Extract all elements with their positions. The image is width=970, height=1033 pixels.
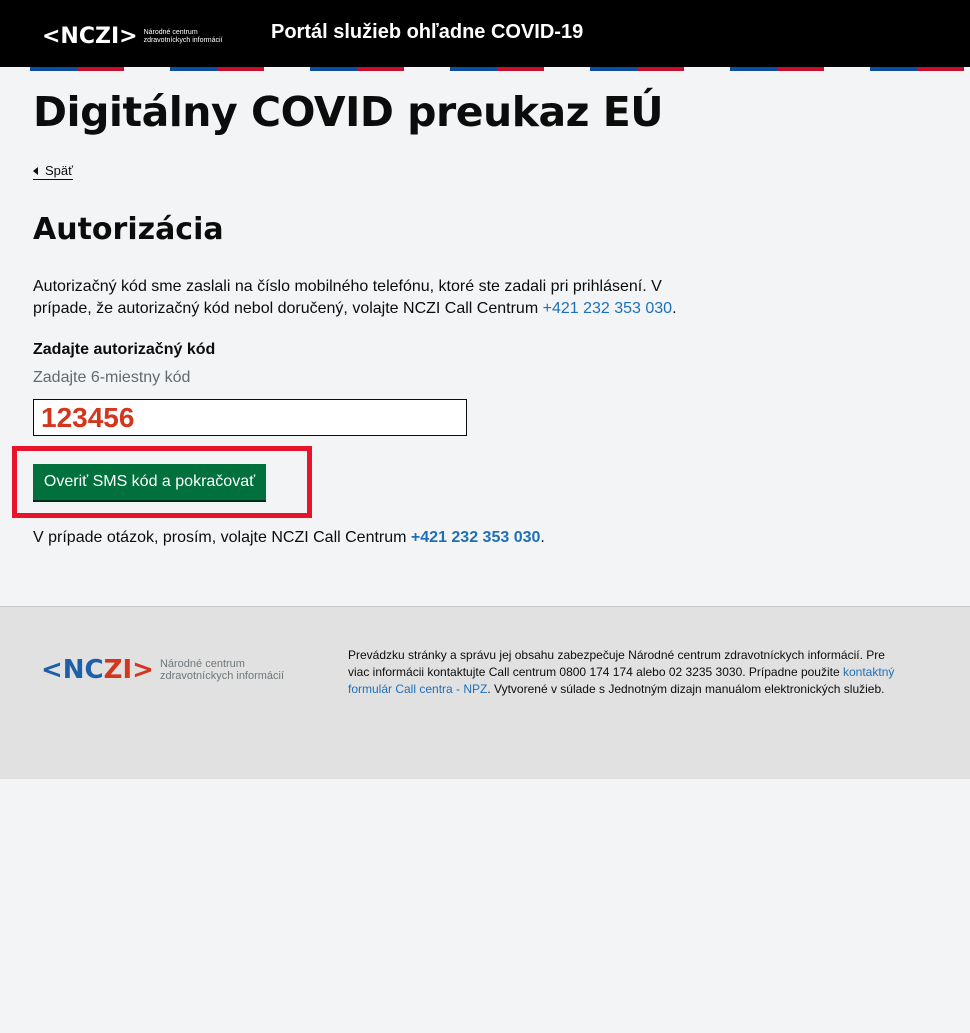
stripe-gap [404,67,420,71]
stripe-segment [637,67,684,71]
footer-logo-mark: <NCZI> [41,655,154,685]
stripe-segment [77,67,124,71]
site-footer: <NCZI> Národné centrum zdravotníckych in… [0,606,970,779]
stripe-segment [357,67,404,71]
section-title: Autorizácia [33,212,224,247]
help-phone-link[interactable]: +421 232 353 030 [411,529,540,546]
stripe-segment [560,67,590,71]
stripe-segment [840,67,870,71]
footer-text-before-link: Prevádzku stránky a správu jej obsahu za… [348,648,885,679]
stripe-segment [140,67,170,71]
footer-text-after-link: . Vytvorené v súlade s Jednotným dizajn … [487,682,885,696]
stripe-segment [280,67,310,71]
authorization-description: Autorizačný kód sme zaslali na číslo mob… [33,276,703,320]
stripe-segment [730,67,777,71]
stripe-gap [684,67,700,71]
back-link-label: Späť [45,163,74,178]
footer-logo-subtitle: Národné centrum zdravotníckych informáci… [160,658,284,682]
stripe-segment [450,67,497,71]
code-field-hint: Zadajte 6-miestny kód [33,369,191,386]
stripe-segment [30,67,77,71]
header-stripe [0,67,970,71]
code-field-label: Zadajte autorizačný kód [33,341,216,358]
stripe-segment [870,67,917,71]
help-text: V prípade otázok, prosím, volajte NCZI C… [33,529,545,547]
back-arrow-icon [33,166,38,175]
stripe-gap [124,67,140,71]
help-suffix: . [540,529,545,546]
footer-logo-subtitle-line2: zdravotníckych informácií [159,670,285,682]
portal-title[interactable]: Portál služieb ohľadne COVID-19 [271,21,583,44]
footer-logo-mark-left: <NC [41,655,104,685]
back-link[interactable]: Späť [33,163,74,180]
verify-sms-code-button[interactable]: Overiť SMS kód a pokračovať [33,464,266,500]
description-end: . [672,300,677,317]
stripe-gap [264,67,280,71]
footer-logo-mark-right: ZI> [103,655,154,685]
site-header: <NCZI> Národné centrum zdravotníckych in… [0,0,970,67]
stripe-segment [420,67,450,71]
stripe-segment [310,67,357,71]
call-center-phone-link[interactable]: +421 232 353 030 [543,300,672,317]
help-prefix: V prípade otázok, prosím, volajte NCZI C… [33,529,411,546]
logo-subtitle-line1: Národné centrum [143,28,198,36]
logo-subtitle: Národné centrum zdravotníckych informáci… [144,29,223,45]
footer-nczi-logo[interactable]: <NCZI> Národné centrum zdravotníckych in… [41,655,284,685]
nczi-logo[interactable]: <NCZI> Národné centrum zdravotníckych in… [42,24,223,49]
footer-logo-subtitle-line1: Národné centrum [159,658,245,670]
stripe-gap [824,67,840,71]
stripe-segment [217,67,264,71]
stripe-segment [777,67,824,71]
logo-mark: <NCZI> [42,24,138,49]
stripe-segment [700,67,730,71]
stripe-segment [590,67,637,71]
logo-subtitle-line2: zdravotníckych informácií [143,36,223,44]
authorization-code-input[interactable] [33,399,467,436]
footer-text: Prevádzku stránky a správu jej obsahu za… [348,647,908,698]
page-title: Digitálny COVID preukaz EÚ [33,88,664,136]
stripe-segment [917,67,964,71]
stripe-segment [497,67,544,71]
stripe-segment [0,67,30,71]
stripe-segment [170,67,217,71]
stripe-gap [964,67,970,71]
stripe-gap [544,67,560,71]
